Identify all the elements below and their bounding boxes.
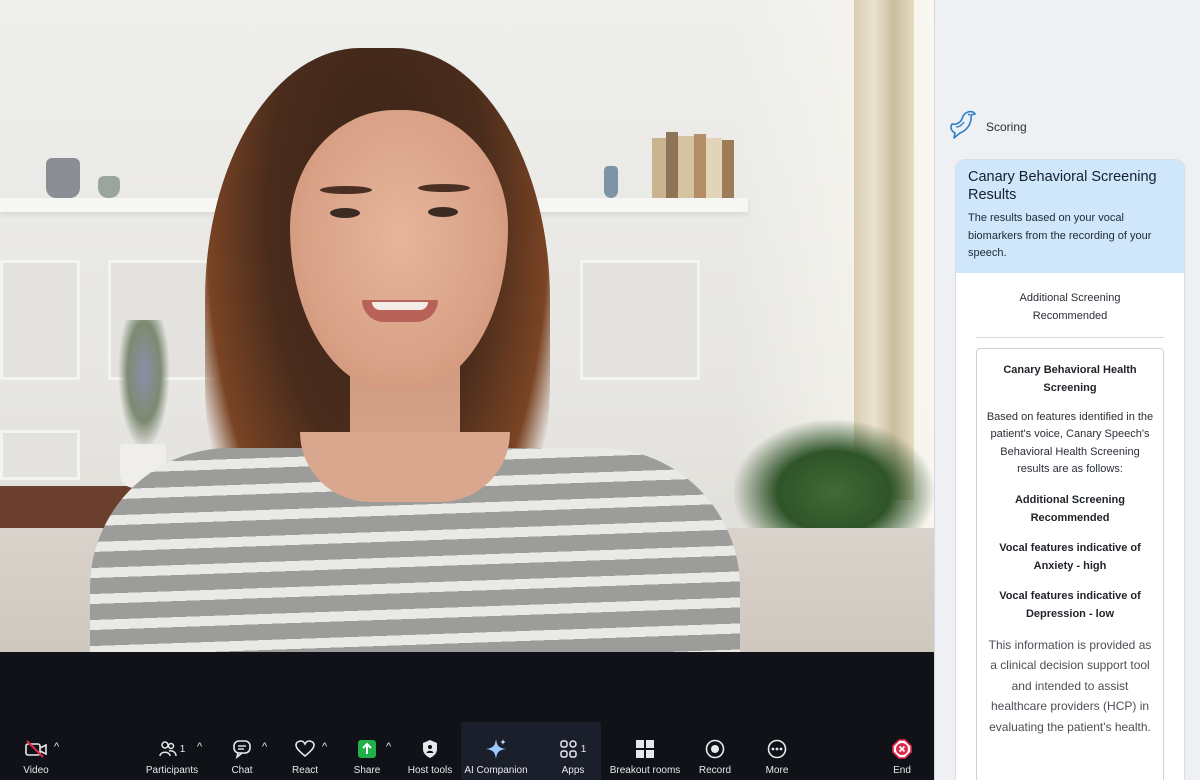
chat-icon (232, 735, 252, 763)
anxiety-result: Vocal features indicative of Anxiety - h… (999, 541, 1141, 572)
person-teeth (372, 302, 428, 310)
video-label: Video (23, 765, 49, 776)
screening-results-card: Canary Behavioral Screening Results The … (955, 159, 1185, 780)
record-button[interactable]: Record (698, 735, 732, 780)
more-button[interactable]: More (762, 735, 792, 780)
record-icon (705, 735, 725, 763)
apps-label: Apps (561, 765, 585, 776)
participants-label: Participants (145, 765, 199, 776)
share-button[interactable]: Share (351, 735, 383, 780)
shield-icon (421, 735, 439, 763)
canary-bird-icon (948, 108, 976, 145)
screening-status: Additional Screening Recommended (976, 273, 1164, 338)
heart-icon (295, 735, 315, 763)
screening-detail-box: Canary Behavioral Health Screening Based… (976, 347, 1164, 780)
participants-options-caret[interactable]: ^ (197, 741, 202, 753)
card-title: Canary Behavioral Screening Results (968, 169, 1157, 203)
person-brow (320, 186, 372, 194)
panel-title: Scoring (986, 119, 1027, 134)
react-options-caret[interactable]: ^ (322, 741, 327, 753)
breakout-rooms-label: Breakout rooms (609, 765, 681, 776)
participants-count: 1 (179, 743, 186, 755)
video-button[interactable]: Video (18, 735, 54, 780)
ai-companion-button[interactable]: AI Companion (464, 735, 528, 780)
share-options-caret[interactable]: ^ (386, 741, 391, 753)
end-label: End (893, 765, 911, 776)
green-plant (734, 420, 934, 540)
share-screen-icon (357, 735, 377, 763)
card-header: Canary Behavioral Screening Results The … (956, 160, 1184, 273)
react-label: React (291, 765, 319, 776)
end-call-icon (892, 735, 912, 763)
card-description: The results based on your vocal biomarke… (968, 212, 1152, 259)
detail-intro: Based on features identified in the pati… (986, 410, 1154, 476)
more-dots-icon (767, 735, 787, 763)
panel-header: Scoring (948, 108, 1027, 145)
more-label: More (765, 765, 789, 776)
detail-title: Canary Behavioral Health Screening (1003, 363, 1137, 394)
participants-icon: 1 (158, 735, 186, 763)
share-label: Share (353, 765, 381, 776)
depression-result: Vocal features indicative of Depression … (999, 589, 1141, 620)
lavender-plant (118, 320, 170, 450)
participant-video (0, 0, 934, 652)
person-eye (330, 208, 360, 218)
participants-button[interactable]: 1 Participants (142, 735, 202, 780)
grid-icon (635, 735, 655, 763)
apps-count: 1 (580, 743, 587, 755)
chat-options-caret[interactable]: ^ (262, 741, 267, 753)
vase (604, 166, 618, 198)
breakout-rooms-button[interactable]: Breakout rooms (610, 735, 680, 780)
react-button[interactable]: React (288, 735, 322, 780)
chat-button[interactable]: Chat (226, 735, 258, 780)
books (652, 132, 746, 198)
apps-icon: 1 (559, 735, 587, 763)
sparkle-icon (485, 735, 507, 763)
apps-button[interactable]: 1 Apps (558, 735, 588, 780)
vase (46, 158, 80, 198)
wall-panel (0, 260, 80, 380)
disclaimer-text: This information is provided as a clinic… (988, 637, 1152, 734)
detail-result: Additional Screening Recommended (1014, 493, 1125, 524)
person-eye (428, 207, 458, 217)
record-label: Record (698, 765, 732, 776)
video-off-icon (25, 735, 47, 763)
wall-panel (580, 260, 700, 380)
ai-companion-label: AI Companion (464, 765, 528, 776)
chat-label: Chat (231, 765, 253, 776)
end-meeting-button[interactable]: End (888, 735, 916, 780)
video-options-caret[interactable]: ^ (54, 741, 59, 753)
person-brow (418, 184, 470, 192)
host-tools-label: Host tools (407, 765, 453, 776)
host-tools-button[interactable]: Host tools (406, 735, 454, 780)
wall-panel (0, 430, 80, 480)
vase (98, 176, 120, 198)
